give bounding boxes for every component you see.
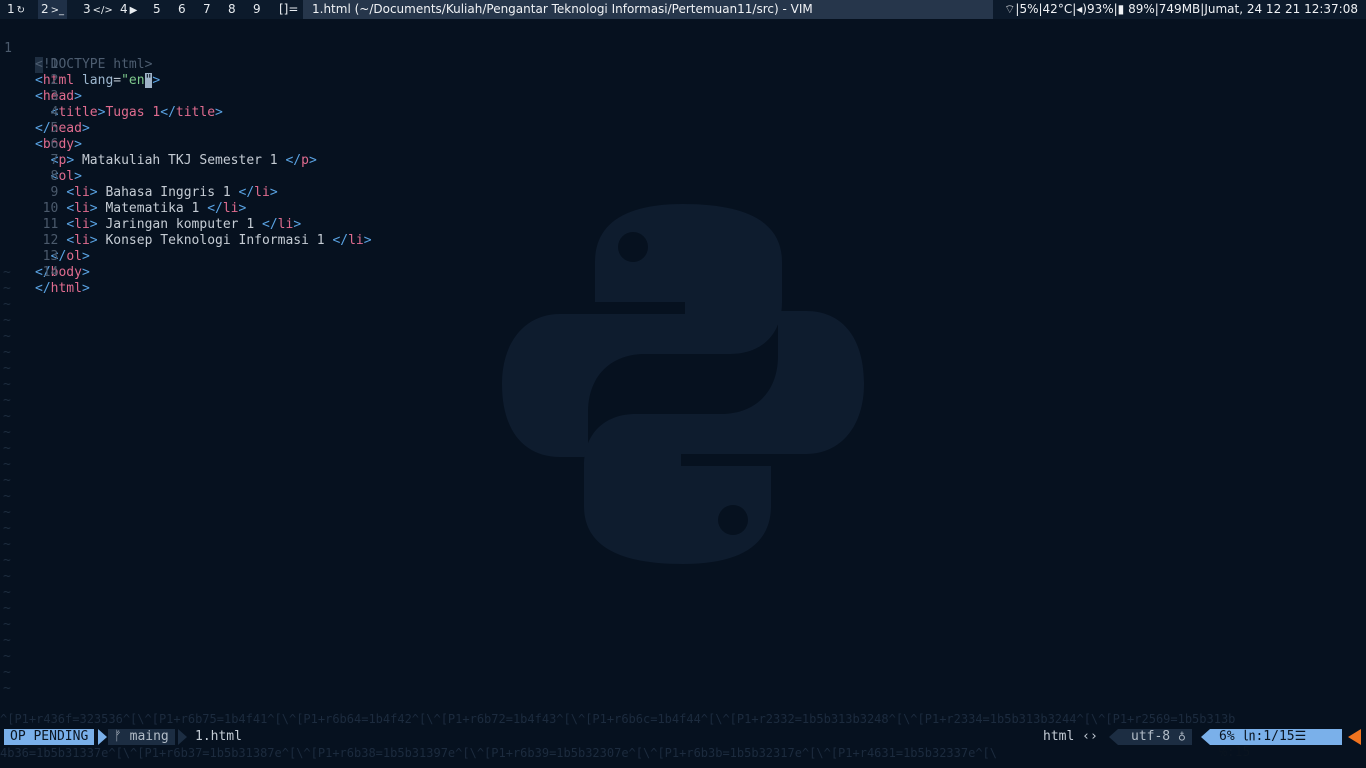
line-number: 14 [42, 265, 59, 280]
line-number: 9 [50, 185, 59, 200]
tilde-marker: ~ [3, 345, 11, 360]
workspace-8[interactable]: 8 [225, 0, 239, 19]
branch-separator [178, 729, 187, 745]
tilde-marker: ~ [3, 265, 11, 280]
code-line[interactable]: 8 <li> Bahasa Inggris 1 </li> [0, 153, 277, 200]
tilde-marker: ~ [3, 297, 11, 312]
tilde-marker: ~ [3, 553, 11, 568]
tilde-marker: ~ [3, 281, 11, 296]
line-number: 5 [50, 121, 59, 136]
file-name: 1.html [195, 729, 242, 744]
warning-indicator [1348, 729, 1361, 745]
code-text: <p> Matakuliah TKJ Semester 1 </p> [50, 153, 317, 168]
tilde-marker: ~ [3, 569, 11, 584]
terminal-escape-garbage: ^[P1+r436f=323536^[\^[P1+r6b75=1b4f41^[\… [0, 712, 1236, 726]
status-text: |5%|42°C|◂)93%|▮ 89%|749MB|Jumat, 24 12 … [1015, 2, 1358, 16]
workspace-7[interactable]: 7 [200, 0, 214, 19]
vim-editor[interactable]: 1 <!DOCTYPE html> 1 <html lang="en"> 2 <… [0, 25, 1366, 726]
code-text: <li> Matematika 1 </li> [66, 201, 247, 216]
code-line[interactable]: 1 <html lang="en"> [0, 41, 160, 88]
workspace-3[interactable]: 3 </> [80, 0, 116, 19]
workspace-9[interactable]: 9 [250, 0, 264, 19]
code-line[interactable]: 14 </html> [0, 249, 90, 296]
play-icon: ▶ [129, 5, 138, 16]
encoding-separator [1109, 729, 1118, 745]
code-line[interactable]: 3 <title>Tugas 1</title> [0, 73, 222, 120]
layout-indicator[interactable]: []= [276, 0, 301, 19]
workspace-1[interactable]: 1 ↻ [4, 0, 28, 19]
line-number: 13 [42, 249, 59, 264]
line-number: 12 [42, 233, 59, 248]
tilde-marker: ~ [3, 329, 11, 344]
tilde-marker: ~ [3, 409, 11, 424]
position-separator [1201, 729, 1210, 745]
code-text: <li> Bahasa Inggris 1 </li> [66, 185, 278, 200]
terminal-icon: >_ [50, 5, 65, 16]
tilde-marker: ~ [3, 601, 11, 616]
tilde-marker: ~ [3, 537, 11, 552]
line-number: 11 [42, 217, 59, 232]
tilde-marker: ~ [3, 457, 11, 472]
tilde-marker: ~ [3, 681, 11, 696]
window-title: 1.html (~/Documents/Kuliah/Pengantar Tek… [303, 0, 993, 19]
workspace-6[interactable]: 6 [175, 0, 189, 19]
refresh-icon: ↻ [16, 5, 26, 16]
code-text: <li> Jaringan komputer 1 </li> [66, 217, 302, 232]
tilde-marker: ~ [3, 441, 11, 456]
line-number: 2 [50, 73, 59, 88]
top-bar: 1 ↻ 2 >_ 3 </> 4 ▶ 5 6 7 8 9 []= 1.html (~/D… [0, 0, 1366, 19]
line-number: 8 [50, 169, 59, 184]
cursor-position: 6% ㏑:1/15☰ ℅:15 [1210, 729, 1342, 760]
tilde-marker: ~ [3, 377, 11, 392]
line-number: 3 [50, 89, 59, 104]
system-status: ⌔|5%|42°C|◂)93%|▮ 89%|749MB|Jumat, 24 12… [1004, 0, 1358, 19]
line-number: 10 [42, 201, 59, 216]
file-type: html ‹› [1043, 729, 1098, 744]
code-text: <li> Konsep Teknologi Informasi 1 </li> [66, 233, 372, 248]
code-line[interactable]: 4 </head> [0, 89, 90, 136]
tilde-marker: ~ [3, 617, 11, 632]
line-number: 6 [50, 137, 59, 152]
code-line[interactable]: 11 <li> Konsep Teknologi Informasi 1 </l… [0, 201, 372, 248]
code-line[interactable]: 1 <!DOCTYPE html> [0, 25, 153, 73]
code-line[interactable]: 6 <p> Matakuliah TKJ Semester 1 </p> [0, 121, 316, 168]
terminal-escape-garbage: 4b36=1b5b31337e^[\^[P1+r6b37=1b5b31387e^… [0, 746, 997, 760]
git-branch: ᚠ maing [108, 729, 175, 745]
code-line[interactable]: 13 </body> [0, 233, 90, 280]
line-number: 4 [50, 105, 59, 120]
mode-indicator: OP PENDING [4, 729, 95, 745]
workspace-4[interactable]: 4 ▶ [117, 0, 140, 19]
tilde-marker: ~ [3, 649, 11, 664]
tilde-marker: ~ [3, 585, 11, 600]
workspace-5[interactable]: 5 [150, 0, 164, 19]
wifi-icon: ⌔ [1004, 2, 1016, 16]
code-line[interactable]: 9 <li> Matematika 1 </li> [0, 169, 246, 216]
tilde-marker: ~ [3, 521, 11, 536]
tilde-marker: ~ [3, 361, 11, 376]
tilde-marker: ~ [3, 665, 11, 680]
tilde-marker: ~ [3, 473, 11, 488]
workspace-2[interactable]: 2 >_ [38, 0, 68, 19]
code-line[interactable]: 2 <head> [0, 57, 82, 104]
line-number: 1 [50, 57, 59, 72]
code-line[interactable]: 12 </ol> [0, 217, 90, 264]
code-line[interactable]: 7 <ol> [0, 137, 81, 184]
tilde-marker: ~ [3, 505, 11, 520]
tilde-marker: ~ [3, 633, 11, 648]
file-encoding: utf-8 ♁ [1118, 729, 1192, 745]
code-text: </html> [35, 281, 90, 296]
code-line[interactable]: 10 <li> Jaringan komputer 1 </li> [0, 185, 301, 232]
tilde-marker: ~ [3, 489, 11, 504]
tilde-marker: ~ [3, 313, 11, 328]
code-icon: </> [92, 5, 113, 16]
vim-statusline: OP PENDING ᚠ maing 1.html html ‹› utf-8 … [0, 729, 1366, 760]
mode-separator [98, 729, 107, 745]
line-number: 7 [50, 153, 59, 168]
code-line[interactable]: 5 <body> [0, 105, 82, 152]
tilde-marker: ~ [3, 393, 11, 408]
tilde-marker: ~ [3, 425, 11, 440]
code-text: <title>Tugas 1</title> [50, 105, 223, 120]
